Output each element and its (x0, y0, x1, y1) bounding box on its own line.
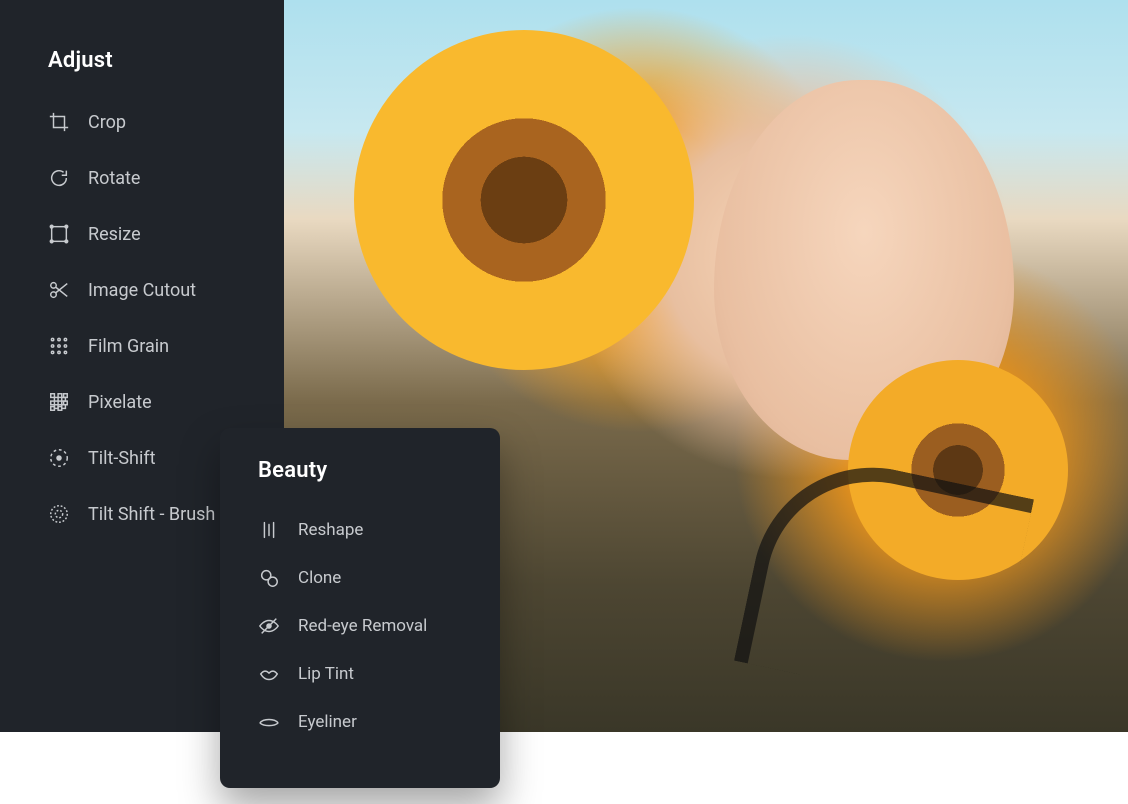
tool-label: Red-eye Removal (298, 616, 427, 636)
tiltshift-icon (48, 447, 70, 469)
beauty-panel: Beauty Reshape Clone Red-eye Removal Lip… (220, 428, 500, 788)
tool-label: Film Grain (88, 336, 169, 357)
tool-label: Reshape (298, 520, 363, 540)
scissors-icon (48, 279, 70, 301)
tool-eyeliner[interactable]: Eyeliner (258, 701, 464, 743)
beauty-panel-title: Beauty (258, 458, 464, 483)
tool-image-cutout[interactable]: Image Cutout (48, 267, 240, 313)
grain-icon (48, 335, 70, 357)
tool-rotate[interactable]: Rotate (48, 155, 240, 201)
pixelate-icon (48, 391, 70, 413)
tool-label: Clone (298, 568, 341, 588)
reshape-icon (258, 519, 280, 541)
eyeliner-icon (258, 711, 280, 733)
tool-crop[interactable]: Crop (48, 99, 240, 145)
tiltshift-brush-icon (48, 503, 70, 525)
adjust-panel-title: Adjust (48, 48, 240, 73)
tool-label: Tilt Shift - Brush (88, 504, 215, 525)
tool-tilt-shift[interactable]: Tilt-Shift (48, 435, 240, 481)
tool-label: Eyeliner (298, 712, 357, 732)
photo-sunflower-large (354, 30, 694, 370)
tool-label: Image Cutout (88, 280, 196, 301)
lips-icon (258, 663, 280, 685)
tool-reshape[interactable]: Reshape (258, 509, 464, 551)
tool-tilt-shift-brush[interactable]: Tilt Shift - Brush (48, 491, 240, 537)
tool-clone[interactable]: Clone (258, 557, 464, 599)
rotate-icon (48, 167, 70, 189)
tool-label: Lip Tint (298, 664, 354, 684)
redeye-icon (258, 615, 280, 637)
tool-pixelate[interactable]: Pixelate (48, 379, 240, 425)
editor-stage: Adjust Crop Rotate Resize Image Cutout (0, 0, 1128, 804)
resize-icon (48, 223, 70, 245)
tool-label: Pixelate (88, 392, 152, 413)
tool-lip-tint[interactable]: Lip Tint (258, 653, 464, 695)
tool-resize[interactable]: Resize (48, 211, 240, 257)
tool-label: Tilt-Shift (88, 448, 155, 469)
tool-label: Resize (88, 224, 141, 245)
tool-label: Rotate (88, 168, 140, 189)
crop-icon (48, 111, 70, 133)
tool-film-grain[interactable]: Film Grain (48, 323, 240, 369)
tool-label: Crop (88, 112, 126, 133)
tool-red-eye-removal[interactable]: Red-eye Removal (258, 605, 464, 647)
clone-icon (258, 567, 280, 589)
